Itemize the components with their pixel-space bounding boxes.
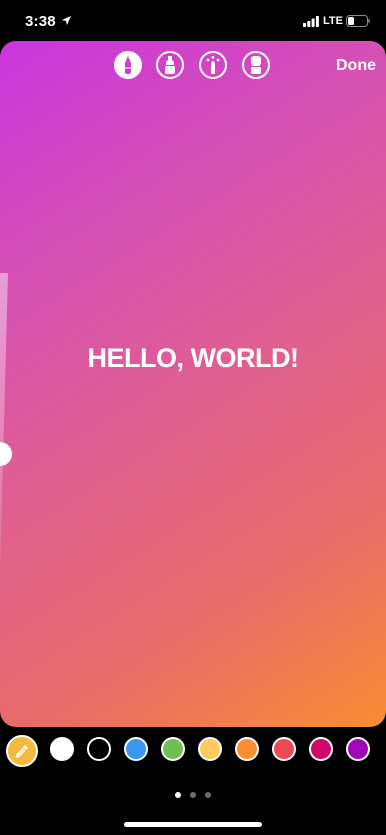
marker-tool-button[interactable]: [156, 51, 184, 79]
color-swatch-6[interactable]: [235, 737, 259, 761]
done-button[interactable]: Done: [336, 57, 376, 75]
pen-icon: [125, 56, 131, 74]
color-swatch-5[interactable]: [198, 737, 222, 761]
brush-size-slider[interactable]: [0, 273, 20, 573]
eraser-tool-button[interactable]: [242, 51, 270, 79]
neon-pen-icon: [206, 56, 220, 74]
brush-size-handle[interactable]: [0, 442, 12, 466]
signal-bars-icon: [303, 16, 319, 27]
brush-toolbar: [0, 51, 386, 81]
canvas-text[interactable]: HELLO, WORLD!: [0, 343, 386, 374]
color-swatch-9[interactable]: [346, 737, 370, 761]
color-swatch-3[interactable]: [124, 737, 148, 761]
color-swatch-7[interactable]: [272, 737, 296, 761]
battery-icon: [346, 15, 370, 27]
eyedropper-button[interactable]: [6, 735, 38, 767]
status-time: 3:38: [25, 13, 56, 30]
brush-size-track[interactable]: [0, 273, 8, 573]
page-dot-2[interactable]: [190, 792, 196, 798]
eraser-icon: [251, 56, 261, 74]
page-dot-1[interactable]: [175, 792, 181, 798]
page-dot-3[interactable]: [205, 792, 211, 798]
color-swatch-1[interactable]: [50, 737, 74, 761]
color-swatch-8[interactable]: [309, 737, 333, 761]
color-palette: [0, 735, 386, 767]
color-swatch-4[interactable]: [161, 737, 185, 761]
color-swatch-2[interactable]: [87, 737, 111, 761]
network-type: LTE: [323, 15, 343, 27]
status-bar: 3:38 LTE: [0, 0, 386, 42]
palette-page-indicator: [0, 792, 386, 800]
home-indicator[interactable]: [124, 822, 262, 827]
location-arrow-icon: [61, 15, 72, 26]
eyedropper-icon: [15, 745, 28, 758]
marker-icon: [165, 56, 175, 74]
neon-tool-button[interactable]: [199, 51, 227, 79]
drawing-canvas[interactable]: Done HELLO, WORLD!: [0, 41, 386, 727]
pen-tool-button[interactable]: [114, 51, 142, 79]
